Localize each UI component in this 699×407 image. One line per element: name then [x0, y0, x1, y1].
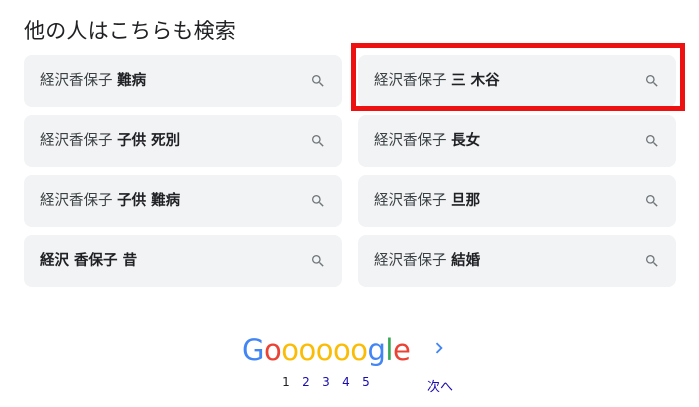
page-number-current: 1 [282, 375, 290, 389]
related-search-text: 経沢香保子 結婚 [374, 253, 481, 269]
related-search-text: 経沢香保子 長女 [374, 133, 481, 149]
related-search-text: 経沢香保子 三 木谷 [374, 73, 500, 89]
page-number-link[interactable]: 5 [356, 375, 376, 389]
search-icon [646, 75, 658, 87]
chevron-right-icon[interactable] [428, 337, 450, 359]
page-number-link[interactable]: 2 [296, 375, 316, 389]
related-search-chip[interactable]: 経沢 香保子 昔 [24, 235, 342, 287]
next-page-link[interactable]: 次へ [427, 376, 453, 395]
related-search-text: 経沢香保子 子供 死別 [40, 133, 181, 149]
search-icon [646, 195, 658, 207]
page-numbers: 12345 [276, 375, 376, 389]
related-search-text: 経沢 香保子 昔 [40, 253, 138, 269]
search-icon [312, 135, 324, 147]
section-title: 他の人はこちらも検索 [24, 19, 236, 43]
search-icon [312, 75, 324, 87]
related-search-text: 経沢香保子 難病 [40, 73, 147, 89]
related-search-chip[interactable]: 経沢香保子 長女 [358, 115, 676, 167]
related-search-chip[interactable]: 経沢香保子 旦那 [358, 175, 676, 227]
related-search-text: 経沢香保子 子供 難病 [40, 193, 181, 209]
google-pagination-logo: Goooooogle [242, 333, 411, 367]
search-icon [312, 195, 324, 207]
search-icon [646, 135, 658, 147]
related-search-chip[interactable]: 経沢香保子 子供 難病 [24, 175, 342, 227]
related-search-chip[interactable]: 経沢香保子 子供 死別 [24, 115, 342, 167]
search-icon [312, 255, 324, 267]
related-search-chip[interactable]: 経沢香保子 三 木谷 [358, 55, 676, 107]
page: 他の人はこちらも検索 経沢香保子 難病 経沢香保子 子供 死別 経沢香保子 子供… [0, 0, 699, 407]
page-number-link[interactable]: 3 [316, 375, 336, 389]
page-number-link[interactable]: 4 [336, 375, 356, 389]
related-search-text: 経沢香保子 旦那 [374, 193, 481, 209]
related-search-chip[interactable]: 経沢香保子 難病 [24, 55, 342, 107]
related-search-chip[interactable]: 経沢香保子 結婚 [358, 235, 676, 287]
search-icon [646, 255, 658, 267]
